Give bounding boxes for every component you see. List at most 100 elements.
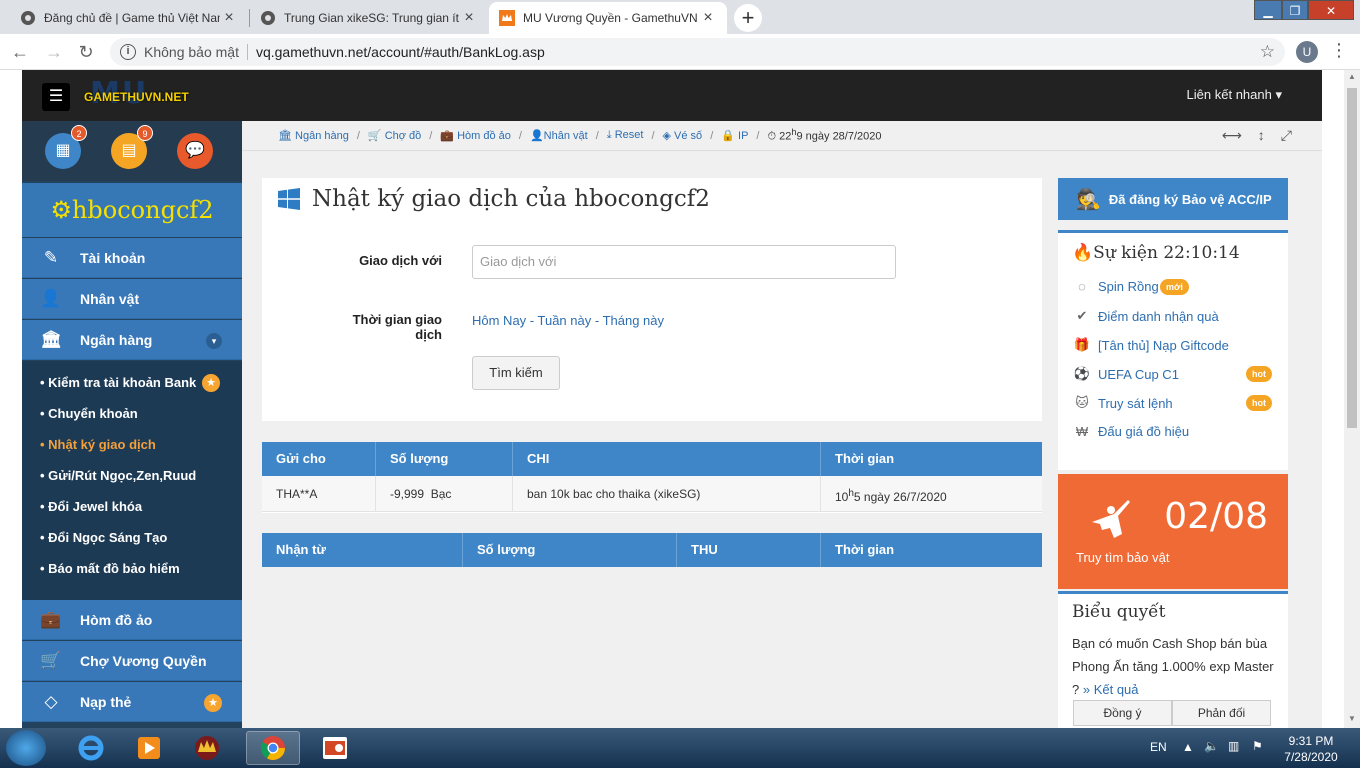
- cell-recipient: THA**A: [262, 476, 376, 512]
- chrome-icon[interactable]: [246, 731, 300, 765]
- breadcrumb-label: Chợ đồ: [384, 130, 422, 142]
- calendar-icon[interactable]: ▦ 2: [45, 125, 87, 169]
- event-checkin[interactable]: ✔ Điểm danh nhận quà: [1072, 308, 1219, 324]
- address-bar[interactable]: i Không bảo mật vq.gamethuvn.net/account…: [110, 38, 1285, 66]
- breadcrumb-label: Ngân hàng: [295, 130, 349, 142]
- poll-agree-button[interactable]: Đồng ý: [1073, 700, 1172, 726]
- volume-icon[interactable]: 🔈: [1204, 739, 1219, 753]
- forward-button[interactable]: →: [42, 40, 66, 64]
- bookmark-star-icon[interactable]: ☆: [1260, 42, 1275, 62]
- submenu-exchange-creation[interactable]: • Đổi Ngọc Sáng Tạo: [40, 530, 167, 545]
- logo-site-text: GAMETHUVN.NET: [84, 90, 189, 104]
- event-label: Truy sát lệnh: [1098, 395, 1173, 411]
- language-indicator[interactable]: EN: [1150, 740, 1167, 754]
- vertical-scrollbar[interactable]: ▲ ▼: [1344, 70, 1360, 728]
- breadcrumb-ip[interactable]: 🔒 IP: [721, 129, 748, 142]
- breadcrumb-market[interactable]: 🛒 Chợ đồ: [368, 129, 421, 142]
- poll-result-link[interactable]: » Kết quả: [1083, 682, 1139, 697]
- hot-badge: hot: [1246, 395, 1272, 411]
- mu-game-icon[interactable]: [180, 731, 234, 765]
- breadcrumb-character[interactable]: 👤Nhân vật: [530, 129, 588, 142]
- tab-1[interactable]: Đăng chủ đề | Game thủ Việt Nam ×: [10, 2, 248, 34]
- breadcrumb-label: Hòm đồ ảo: [457, 130, 511, 142]
- expand-horizontal-icon[interactable]: ⟷: [1222, 127, 1258, 143]
- close-window-button[interactable]: ✕: [1308, 0, 1354, 20]
- fullscreen-icon[interactable]: ⤢: [1281, 127, 1308, 143]
- info-icon[interactable]: i: [120, 44, 136, 60]
- scroll-up-arrow[interactable]: ▲: [1344, 72, 1360, 81]
- submenu-transaction-log[interactable]: • Nhật ký giao dịch: [40, 437, 156, 452]
- submenu-deposit-withdraw[interactable]: • Gửi/Rút Ngọc,Zen,Ruud: [40, 468, 196, 483]
- scroll-down-arrow[interactable]: ▼: [1344, 714, 1360, 723]
- clock-time: 9:31 PM: [1288, 734, 1334, 748]
- received-table: Nhận từ Số lượng THU Thời gian: [262, 533, 1042, 567]
- minimize-button[interactable]: ▁: [1254, 0, 1282, 20]
- new-tab-button[interactable]: +: [734, 4, 762, 32]
- internet-explorer-icon[interactable]: [64, 731, 118, 765]
- network-icon[interactable]: ▥: [1228, 739, 1239, 753]
- range-week-link[interactable]: Tuần này: [538, 313, 592, 328]
- browser-toolbar: ← → ↻ i Không bảo mật vq.gamethuvn.net/a…: [0, 34, 1360, 70]
- search-button[interactable]: Tìm kiếm: [472, 356, 560, 390]
- back-button[interactable]: ←: [8, 40, 32, 64]
- time-hour: 22: [779, 130, 792, 143]
- range-today-link[interactable]: Hôm Nay: [472, 313, 526, 328]
- action-center-icon[interactable]: ⚑: [1252, 739, 1263, 753]
- hamburger-menu-icon[interactable]: ☰: [42, 83, 70, 111]
- show-hidden-icons-icon[interactable]: ▲: [1182, 740, 1194, 754]
- expand-vertical-icon[interactable]: ↕: [1258, 127, 1281, 143]
- sidebar-item-account[interactable]: ✎ Tài khoản: [22, 238, 242, 278]
- close-icon[interactable]: ×: [220, 9, 238, 27]
- taskbar-clock[interactable]: 9:31 PM 7/28/2020: [1282, 733, 1340, 765]
- breadcrumb-bank[interactable]: 🏛 Ngân hàng: [278, 129, 349, 142]
- sidebar-item-bank[interactable]: 🏛 Ngân hàng ▾: [22, 320, 242, 360]
- start-button[interactable]: [6, 730, 46, 766]
- reload-button[interactable]: ↻: [74, 40, 98, 64]
- close-icon[interactable]: ×: [699, 9, 717, 27]
- breadcrumb-lottery[interactable]: ◈ Vé số: [663, 129, 703, 142]
- tab-2[interactable]: Trung Gian xikeSG: Trung gian ít ×: [250, 2, 488, 34]
- profile-avatar[interactable]: U: [1296, 41, 1318, 63]
- breadcrumb-reset[interactable]: ⤓ Reset: [607, 129, 644, 142]
- chat-icon[interactable]: 💬: [177, 133, 213, 169]
- poll-disagree-button[interactable]: Phản đối: [1172, 700, 1271, 726]
- event-spin-dragon[interactable]: ◌ Spin Rồng mới: [1072, 279, 1189, 295]
- maximize-button[interactable]: ❐: [1282, 0, 1308, 20]
- windows-taskbar: EN ▲ 🔈 ▥ ⚑ 9:31 PM 7/28/2020: [0, 728, 1360, 768]
- username-display: ⚙hbocongcf2: [22, 183, 242, 237]
- quick-links-dropdown[interactable]: Liên kết nhanh ▾: [1187, 87, 1282, 103]
- close-icon[interactable]: ×: [460, 9, 478, 27]
- menu-dots-icon[interactable]: ⋮: [1330, 40, 1348, 61]
- event-auction[interactable]: ₩ Đấu giá đồ hiệu: [1072, 424, 1189, 439]
- range-month-link[interactable]: Tháng này: [603, 313, 664, 328]
- event-giftcode[interactable]: 🎁 [Tân thủ] Nạp Giftcode: [1072, 337, 1229, 353]
- sidebar-item-character[interactable]: 👤 Nhân vật: [22, 279, 242, 319]
- breadcrumb-chest[interactable]: 💼 Hòm đồ ảo: [440, 129, 511, 142]
- sidebar-item-virtual-chest[interactable]: 💼 Hòm đồ ảo: [22, 600, 242, 640]
- sidebar-item-market[interactable]: 🛒 Chợ Vương Quyền: [22, 641, 242, 681]
- scrollbar-thumb[interactable]: [1347, 88, 1357, 428]
- treasure-hunt-panel[interactable]: 02/08 Truy tìm bảo vật: [1058, 474, 1288, 589]
- credit-card-icon[interactable]: ▤ 9: [111, 125, 153, 169]
- partner-input[interactable]: Giao dịch với: [472, 245, 896, 279]
- submenu-exchange-jewel[interactable]: • Đổi Jewel khóa: [40, 499, 142, 514]
- user-secret-icon: 🕵: [1076, 188, 1101, 211]
- ninja-icon: [1092, 500, 1130, 538]
- tab-strip: Đăng chủ đề | Game thủ Việt Nam × Trung …: [0, 0, 1360, 34]
- sidebar-item-topup[interactable]: ◇ Nạp thẻ ★: [22, 682, 242, 722]
- event-uefa[interactable]: ⚽ UEFA Cup C1 hot: [1072, 366, 1272, 382]
- submenu-report-lost-item[interactable]: • Báo mất đồ bảo hiểm: [40, 561, 180, 576]
- poll-panel: Biểu quyết Bạn có muốn Cash Shop bán bùa…: [1058, 591, 1288, 728]
- user-icon: 👤: [529, 130, 544, 142]
- powerpoint-icon[interactable]: [308, 731, 362, 765]
- tab-title: Đăng chủ đề | Game thủ Việt Nam: [44, 11, 220, 25]
- event-label: Đấu giá đồ hiệu: [1098, 424, 1190, 439]
- event-hunt[interactable]: 🐱 Truy sát lệnh hot: [1072, 395, 1272, 411]
- submenu-transfer[interactable]: • Chuyển khoản: [40, 406, 138, 421]
- submenu-check-bank[interactable]: • Kiểm tra tài khoản Bank ★: [40, 374, 220, 392]
- tab-3[interactable]: MU Vương Quyền - GamethuVN ×: [489, 2, 727, 34]
- table-header: Nhận từ Số lượng THU Thời gian: [262, 533, 1042, 567]
- protect-account-button[interactable]: 🕵 Đã đăng ký Bảo vệ ACC/IP: [1058, 178, 1288, 220]
- media-player-icon[interactable]: [122, 731, 176, 765]
- site-logo[interactable]: MU GAMETHUVN.NET: [82, 76, 202, 111]
